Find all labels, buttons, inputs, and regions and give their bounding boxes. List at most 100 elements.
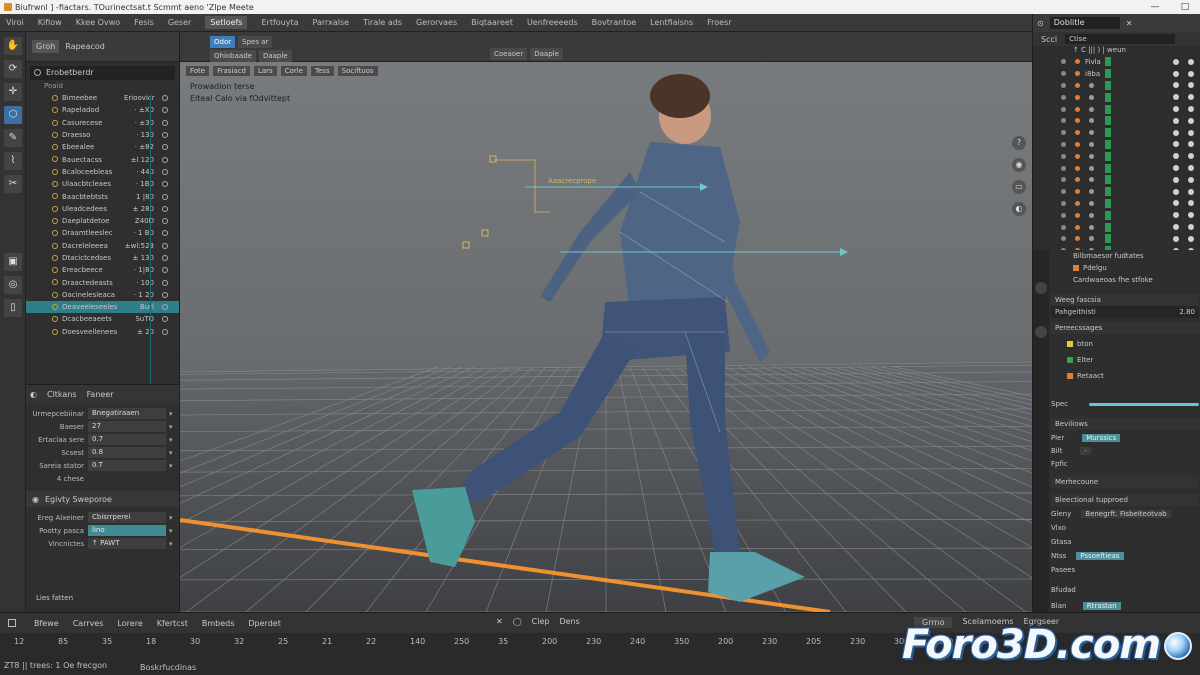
visibility-icon[interactable] <box>1173 153 1179 160</box>
outliner-tab-rapeacod[interactable]: Rapeacod <box>65 42 105 51</box>
menu-item[interactable]: Uenfreeeeds <box>527 18 578 27</box>
layer-lock-icon[interactable] <box>1061 130 1066 136</box>
timeline-tab[interactable]: Lorere <box>117 619 142 628</box>
layers-filter-input[interactable]: Ctise <box>1065 34 1176 44</box>
outliner-row[interactable]: Uleadcedees ± 280 <box>26 203 179 215</box>
layer-lock-icon[interactable] <box>1061 165 1066 171</box>
layer-lock-icon[interactable] <box>1061 82 1066 88</box>
visibility-icon[interactable] <box>1173 200 1179 207</box>
viewport-tool-daaple[interactable]: Daaple <box>258 50 292 62</box>
render-icon[interactable] <box>1188 176 1194 183</box>
visibility-icon[interactable] <box>1173 106 1179 113</box>
visibility-icon[interactable] <box>1173 117 1179 124</box>
visibility-icon[interactable] <box>162 181 168 188</box>
spec-slider[interactable] <box>1089 403 1199 406</box>
chevron-down-icon[interactable]: ▾ <box>169 449 173 457</box>
menu-item[interactable]: Lentfiaisns <box>650 18 693 27</box>
property-field[interactable]: Murssics <box>1082 434 1121 442</box>
section-merhecoune[interactable]: Merhecoune <box>1051 476 1199 488</box>
viewport-subtab[interactable]: Tess <box>311 66 334 76</box>
select-icon[interactable]: ⬡ <box>4 106 22 124</box>
section-bleectional[interactable]: Bleectional tupproed <box>1051 494 1199 506</box>
pen-icon[interactable]: ✎ <box>4 129 22 147</box>
view-chat-icon[interactable]: ▭ <box>1012 180 1026 194</box>
property-field[interactable]: Benegrft. Fisbeiteotvab <box>1081 510 1171 518</box>
tab-modifier-icon[interactable] <box>1035 326 1047 338</box>
property-field[interactable]: Cbisrrperei <box>88 512 166 523</box>
viewport-tool-odor[interactable]: Odor <box>210 36 236 48</box>
visibility-icon[interactable] <box>1173 235 1179 242</box>
refresh-icon[interactable]: ◐ <box>30 390 37 399</box>
visibility-icon[interactable] <box>162 144 168 151</box>
visibility-icon[interactable] <box>1173 70 1179 77</box>
menu-item[interactable]: Fesis <box>134 18 154 27</box>
layer-row[interactable] <box>1033 233 1200 245</box>
layer-row[interactable] <box>1033 115 1200 127</box>
property-dropdown[interactable]: Bnegatiraaen <box>88 408 166 419</box>
menu-item[interactable]: Viroi <box>6 18 24 27</box>
layer-row[interactable] <box>1033 91 1200 103</box>
menu-item[interactable]: Ertfouyta <box>261 18 298 27</box>
property-field[interactable]: 27 <box>88 421 166 432</box>
outliner-row[interactable]: Ebeealee · ±82 <box>26 141 179 153</box>
viewport-tool-coeaoer[interactable]: Coeaoer <box>490 48 528 60</box>
render-icon[interactable] <box>1188 117 1194 124</box>
move-icon[interactable]: ✛ <box>4 83 22 101</box>
visibility-icon[interactable] <box>162 156 168 163</box>
chevron-down-icon[interactable]: ▾ <box>169 527 173 535</box>
chevron-down-icon[interactable]: ▾ <box>169 540 173 548</box>
layer-lock-icon[interactable] <box>1061 141 1066 147</box>
render-icon[interactable] <box>1188 106 1194 113</box>
menu-item[interactable]: Parrxalse <box>313 18 350 27</box>
layer-lock-icon[interactable] <box>1061 59 1066 65</box>
viewport-subtab[interactable]: Frasiacd <box>213 66 250 76</box>
render-icon[interactable] <box>1188 212 1194 219</box>
layer-row[interactable] <box>1033 150 1200 162</box>
visibility-icon[interactable] <box>162 95 168 102</box>
view-orbit-icon[interactable]: ◐ <box>1012 202 1026 216</box>
visibility-icon[interactable] <box>1173 94 1179 101</box>
view-lock-icon[interactable]: ◉ <box>1012 158 1026 172</box>
property-field[interactable]: ↑ PAWT <box>88 538 166 549</box>
transport-dens[interactable]: Dens <box>559 617 579 626</box>
layer-row[interactable] <box>1033 186 1200 198</box>
chevron-down-icon[interactable]: ▾ <box>169 462 173 470</box>
menu-item[interactable]: Froesr <box>707 18 731 27</box>
material-list-item[interactable]: Pdelgu <box>1073 264 1107 272</box>
timeline-tab[interactable]: Bmbeds <box>202 619 235 628</box>
outliner-row[interactable]: Oacinelesleaca · 1 20 <box>26 289 179 301</box>
menu-item[interactable]: Tirale ads <box>363 18 402 27</box>
outliner-row[interactable]: Draamtleeslec · 1 B0 <box>26 227 179 239</box>
layer-lock-icon[interactable] <box>1061 212 1066 218</box>
material-value-row[interactable]: Pahgeithisti 2.80 <box>1051 306 1199 318</box>
timeline-tab[interactable]: Kfertcst <box>157 619 188 628</box>
timeline-ruler[interactable]: 12 85 35 18 30 32 25 21 22 140 250 35 200 230 240 350 20… <box>0 635 1040 653</box>
timeline-tab[interactable]: Bfewe <box>34 619 59 628</box>
outliner-row[interactable]: Ereacbeece · 1|80 <box>26 264 179 276</box>
viewport-subtab[interactable]: Corle <box>280 66 308 76</box>
visibility-icon[interactable] <box>162 316 168 323</box>
outliner-row[interactable]: Draactedeasts · 100 <box>26 276 179 288</box>
layer-row[interactable] <box>1033 209 1200 221</box>
footer-value[interactable]: Rtrastan <box>1082 602 1121 610</box>
layer-lock-icon[interactable] <box>1061 94 1066 100</box>
render-icon[interactable] <box>1188 200 1194 207</box>
layer-row[interactable] <box>1033 198 1200 210</box>
layer-row[interactable] <box>1033 103 1200 115</box>
maximize-button[interactable]: □ <box>1170 0 1200 14</box>
layer-row[interactable]: i8ba <box>1033 68 1200 80</box>
menu-item[interactable]: Bovtrantoe <box>592 18 636 27</box>
visibility-icon[interactable] <box>1173 165 1179 172</box>
phone-icon[interactable]: ▯ <box>4 299 22 317</box>
property-field[interactable]: 0.T <box>88 460 166 471</box>
close-icon[interactable]: ✕ <box>496 617 503 626</box>
swatch-row[interactable]: Retaact <box>1067 372 1104 380</box>
timeline-tab[interactable]: Carrves <box>73 619 104 628</box>
transport-clep[interactable]: Clep <box>532 617 550 626</box>
layer-lock-icon[interactable] <box>1061 189 1066 195</box>
3d-viewport[interactable]: Odor Spes ar Qhiobaade Daaple Coeaoer Da… <box>180 32 1032 612</box>
visibility-icon[interactable] <box>162 107 168 114</box>
viewport-subtab[interactable]: Fote <box>186 66 210 76</box>
timeline-checkbox[interactable] <box>8 619 16 627</box>
layer-row[interactable] <box>1033 127 1200 139</box>
